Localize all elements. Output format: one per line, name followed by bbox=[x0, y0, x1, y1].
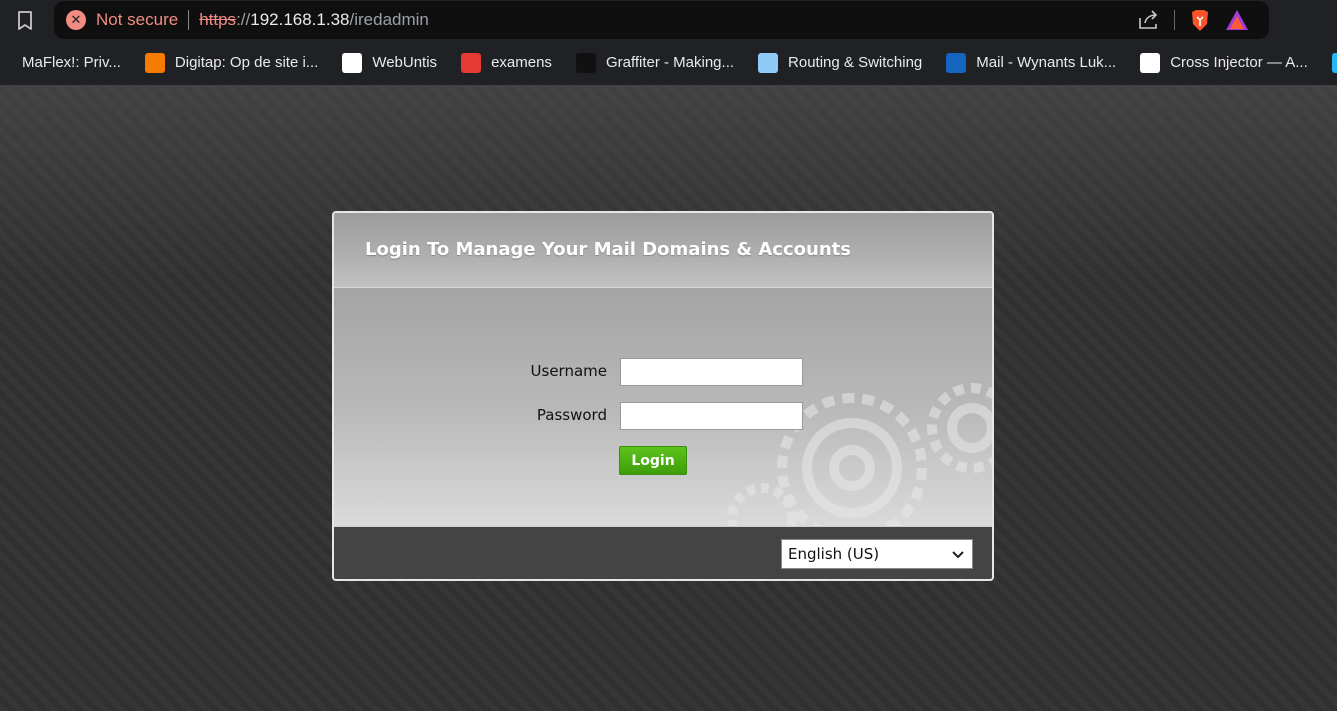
chevron-down-icon bbox=[952, 551, 964, 559]
bookmark-label: Cross Injector — A... bbox=[1170, 54, 1308, 71]
bookmark-icon[interactable] bbox=[12, 8, 38, 34]
graffiter-icon bbox=[575, 52, 596, 73]
bookmarks-bar: MaFlex!: Priv... Digitap: Op de site i...… bbox=[0, 40, 1337, 85]
bookmark-label: Routing & Switching bbox=[788, 54, 923, 71]
username-label: Username bbox=[530, 362, 607, 380]
login-title: Login To Manage Your Mail Domains & Acco… bbox=[365, 239, 851, 260]
language-selected: English (US) bbox=[788, 545, 880, 563]
password-label: Password bbox=[536, 406, 607, 424]
bookmark-item[interactable]: SSL Se bbox=[1331, 52, 1337, 73]
browser-toolbar: ✕ Not secure https://192.168.1.38/iredad… bbox=[0, 0, 1337, 40]
not-secure-icon[interactable]: ✕ bbox=[66, 10, 86, 30]
bookmark-item[interactable]: MaFlex!: Priv... bbox=[0, 52, 121, 73]
login-footer: English (US) bbox=[334, 526, 992, 579]
login-button[interactable]: Login bbox=[619, 446, 687, 475]
url-text[interactable]: https://192.168.1.38/iredadmin bbox=[199, 10, 429, 30]
bookmark-item[interactable]: WebUntis bbox=[342, 52, 438, 73]
login-panel: Login To Manage Your Mail Domains & Acco… bbox=[332, 211, 994, 581]
brave-rewards-icon[interactable] bbox=[1225, 8, 1249, 32]
medium-icon bbox=[1140, 52, 1161, 73]
language-select[interactable]: English (US) bbox=[781, 539, 973, 569]
login-header: Login To Manage Your Mail Domains & Acco… bbox=[334, 213, 992, 288]
bookmark-label: Digitap: Op de site i... bbox=[174, 54, 319, 71]
page-background: Login To Manage Your Mail Domains & Acco… bbox=[0, 85, 1337, 711]
brave-shields-icon[interactable] bbox=[1189, 8, 1211, 32]
security-status[interactable]: Not secure bbox=[96, 10, 178, 30]
gears-decoration-icon bbox=[727, 383, 992, 526]
bookmark-label: MaFlex!: Priv... bbox=[22, 54, 121, 71]
divider bbox=[1174, 10, 1175, 30]
share-icon[interactable] bbox=[1136, 8, 1160, 32]
login-form: Username Password Login bbox=[334, 288, 992, 526]
divider bbox=[188, 10, 190, 30]
lock-icon bbox=[1331, 52, 1337, 73]
bookmark-item[interactable]: Cross Injector — A... bbox=[1140, 52, 1308, 73]
bookmark-item[interactable]: Mail - Wynants Luk... bbox=[946, 52, 1117, 73]
bookmark-item[interactable]: Digitap: Op de site i... bbox=[144, 52, 319, 73]
password-input[interactable] bbox=[620, 402, 803, 430]
bookmark-label: Graffiter - Making... bbox=[605, 54, 735, 71]
bookmark-item[interactable]: Routing & Switching bbox=[758, 52, 923, 73]
bookmark-item[interactable]: examens bbox=[461, 52, 552, 73]
maflex-icon bbox=[0, 52, 12, 73]
bookmark-label: Mail - Wynants Luk... bbox=[976, 54, 1117, 71]
digitap-icon bbox=[144, 52, 165, 73]
username-input[interactable] bbox=[620, 358, 803, 386]
monitor-icon bbox=[758, 52, 779, 73]
bookmark-item[interactable]: Graffiter - Making... bbox=[575, 52, 735, 73]
outlook-icon bbox=[946, 52, 967, 73]
bookmark-label: WebUntis bbox=[372, 54, 438, 71]
webuntis-icon bbox=[342, 52, 363, 73]
bookmark-label: examens bbox=[491, 54, 552, 71]
examens-icon bbox=[461, 52, 482, 73]
address-bar[interactable]: ✕ Not secure https://192.168.1.38/iredad… bbox=[54, 1, 1269, 39]
